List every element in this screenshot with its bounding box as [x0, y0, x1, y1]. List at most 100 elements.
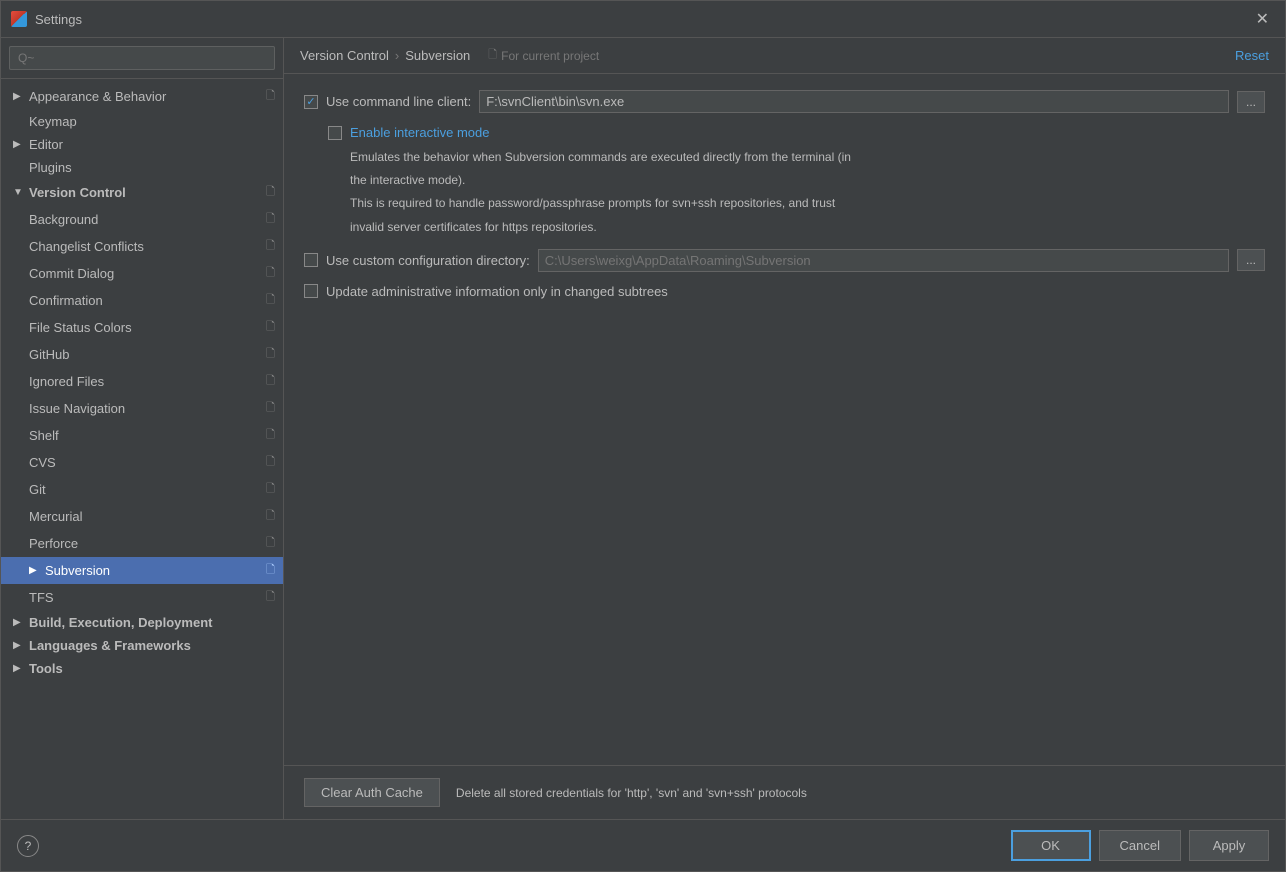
breadcrumb: Version Control › Subversion 🗋 For curre… — [284, 38, 1285, 74]
breadcrumb-separator: › — [395, 48, 399, 63]
sidebar-item-label: Keymap — [29, 114, 77, 129]
interactive-description: Emulates the behavior when Subversion co… — [350, 148, 1265, 237]
bottom-section: Clear Auth Cache Delete all stored crede… — [284, 765, 1285, 819]
title-bar-left: Settings — [11, 11, 82, 27]
clear-auth-cache-button[interactable]: Clear Auth Cache — [304, 778, 440, 807]
for-current-project: 🗋 For current project — [488, 46, 599, 65]
sidebar-item-appearance[interactable]: ▶ Appearance & Behavior 🗋 — [1, 83, 283, 110]
close-button[interactable]: ✕ — [1250, 7, 1275, 31]
sidebar-item-tools[interactable]: ▶ Tools — [1, 657, 283, 680]
sidebar-item-commit-dialog[interactable]: Commit Dialog 🗋 — [1, 260, 283, 287]
page-icon: 🗋 — [266, 588, 275, 607]
sidebar-item-cvs[interactable]: CVS 🗋 — [1, 449, 283, 476]
sidebar-item-github[interactable]: GitHub 🗋 — [1, 341, 283, 368]
sidebar-item-tfs[interactable]: TFS 🗋 — [1, 584, 283, 611]
sidebar-item-label: Git — [29, 482, 46, 497]
footer-buttons: OK Cancel Apply — [1011, 830, 1269, 861]
sidebar-item-file-status-colors[interactable]: File Status Colors 🗋 — [1, 314, 283, 341]
sidebar-item-confirmation[interactable]: Confirmation 🗋 — [1, 287, 283, 314]
sidebar-item-ignored-files[interactable]: Ignored Files 🗋 — [1, 368, 283, 395]
sidebar-item-git[interactable]: Git 🗋 — [1, 476, 283, 503]
sidebar-item-label: Version Control — [29, 185, 126, 200]
page-icon: 🗋 — [266, 318, 275, 337]
enable-interactive-checkbox[interactable] — [328, 126, 342, 140]
desc-line-4: invalid server certificates for https re… — [350, 218, 1265, 237]
sidebar-item-label: Mercurial — [29, 509, 82, 524]
settings-window: Settings ✕ ▶ Appearance & Behavior 🗋 Key… — [0, 0, 1286, 872]
chevron-right-icon: ▶ — [13, 663, 25, 674]
sidebar-item-languages[interactable]: ▶ Languages & Frameworks — [1, 634, 283, 657]
page-icon: 🗋 — [266, 507, 275, 526]
search-box — [1, 38, 283, 79]
page-icon: 🗋 — [266, 534, 275, 553]
sidebar-item-label: Ignored Files — [29, 374, 104, 389]
browse-button[interactable]: ... — [1237, 91, 1265, 113]
update-admin-label: Update administrative information only i… — [326, 284, 668, 299]
page-icon: 🗋 — [266, 264, 275, 283]
sidebar-item-label: CVS — [29, 455, 56, 470]
chevron-right-icon: ▶ — [29, 565, 41, 576]
apply-button[interactable]: Apply — [1189, 830, 1269, 861]
chevron-right-icon: ▶ — [13, 91, 25, 102]
sidebar-item-label: Commit Dialog — [29, 266, 114, 281]
interactive-mode-block: Enable interactive mode Emulates the beh… — [328, 125, 1265, 237]
sidebar-item-label: Shelf — [29, 428, 59, 443]
update-admin-checkbox[interactable] — [304, 284, 318, 298]
footer: ? OK Cancel Apply — [1, 819, 1285, 871]
main-panel: Version Control › Subversion 🗋 For curre… — [284, 38, 1285, 819]
chevron-right-icon: ▶ — [13, 139, 25, 150]
desc-line-2: the interactive mode). — [350, 171, 1265, 190]
sidebar-item-editor[interactable]: ▶ Editor — [1, 133, 283, 156]
page-icon: 🗋 — [266, 345, 275, 364]
custom-config-checkbox[interactable] — [304, 253, 318, 267]
sidebar-item-plugins[interactable]: Plugins — [1, 156, 283, 179]
content-area: ▶ Appearance & Behavior 🗋 Keymap ▶ Edito… — [1, 38, 1285, 819]
use-command-line-label: Use command line client: — [326, 94, 471, 109]
sidebar-item-version-control[interactable]: ▼ Version Control 🗋 — [1, 179, 283, 206]
chevron-right-icon: ▶ — [13, 640, 25, 651]
custom-config-label: Use custom configuration directory: — [326, 253, 530, 268]
sidebar-item-mercurial[interactable]: Mercurial 🗋 — [1, 503, 283, 530]
page-icon: 🗋 — [266, 426, 275, 445]
sidebar-item-label: Languages & Frameworks — [29, 638, 191, 653]
sidebar-item-label: Perforce — [29, 536, 78, 551]
help-button[interactable]: ? — [17, 835, 39, 857]
sidebar-item-issue-navigation[interactable]: Issue Navigation 🗋 — [1, 395, 283, 422]
page-icon: 🗋 — [266, 372, 275, 391]
sidebar-item-label: Background — [29, 212, 98, 227]
sidebar-item-background[interactable]: Background 🗋 — [1, 206, 283, 233]
sidebar-item-keymap[interactable]: Keymap — [1, 110, 283, 133]
sidebar: ▶ Appearance & Behavior 🗋 Keymap ▶ Edito… — [1, 38, 284, 819]
sidebar-item-label: Appearance & Behavior — [29, 89, 166, 104]
breadcrumb-subversion: Subversion — [405, 48, 470, 63]
ok-button[interactable]: OK — [1011, 830, 1091, 861]
clear-cache-description: Delete all stored credentials for 'http'… — [456, 786, 807, 800]
page-icon: 🗋 — [266, 237, 275, 256]
reset-link[interactable]: Reset — [1235, 48, 1269, 63]
chevron-down-icon: ▼ — [13, 187, 25, 198]
sidebar-item-build[interactable]: ▶ Build, Execution, Deployment — [1, 611, 283, 634]
sidebar-item-label: Issue Navigation — [29, 401, 125, 416]
page-icon: 🗋 — [266, 210, 275, 229]
sidebar-item-label: File Status Colors — [29, 320, 132, 335]
cancel-button[interactable]: Cancel — [1099, 830, 1181, 861]
sidebar-item-label: Changelist Conflicts — [29, 239, 144, 254]
subversion-settings-panel: Use command line client: ... Enable inte… — [284, 74, 1285, 765]
desc-line-1: Emulates the behavior when Subversion co… — [350, 148, 1265, 167]
sidebar-item-label: GitHub — [29, 347, 69, 362]
custom-config-row: Use custom configuration directory: ... — [304, 249, 1265, 272]
page-icon: 🗋 — [266, 453, 275, 472]
svn-path-input[interactable] — [479, 90, 1229, 113]
search-input[interactable] — [9, 46, 275, 70]
use-command-line-row: Use command line client: ... — [304, 90, 1265, 113]
sidebar-item-subversion[interactable]: ▶ Subversion 🗋 — [1, 557, 283, 584]
enable-interactive-row: Enable interactive mode — [328, 125, 1265, 140]
sidebar-item-shelf[interactable]: Shelf 🗋 — [1, 422, 283, 449]
sidebar-item-perforce[interactable]: Perforce 🗋 — [1, 530, 283, 557]
use-command-line-checkbox[interactable] — [304, 95, 318, 109]
custom-config-browse-button[interactable]: ... — [1237, 249, 1265, 271]
custom-config-input[interactable] — [538, 249, 1229, 272]
sidebar-item-changelist-conflicts[interactable]: Changelist Conflicts 🗋 — [1, 233, 283, 260]
sidebar-item-label: Plugins — [29, 160, 72, 175]
page-icon: 🗋 — [266, 87, 275, 106]
